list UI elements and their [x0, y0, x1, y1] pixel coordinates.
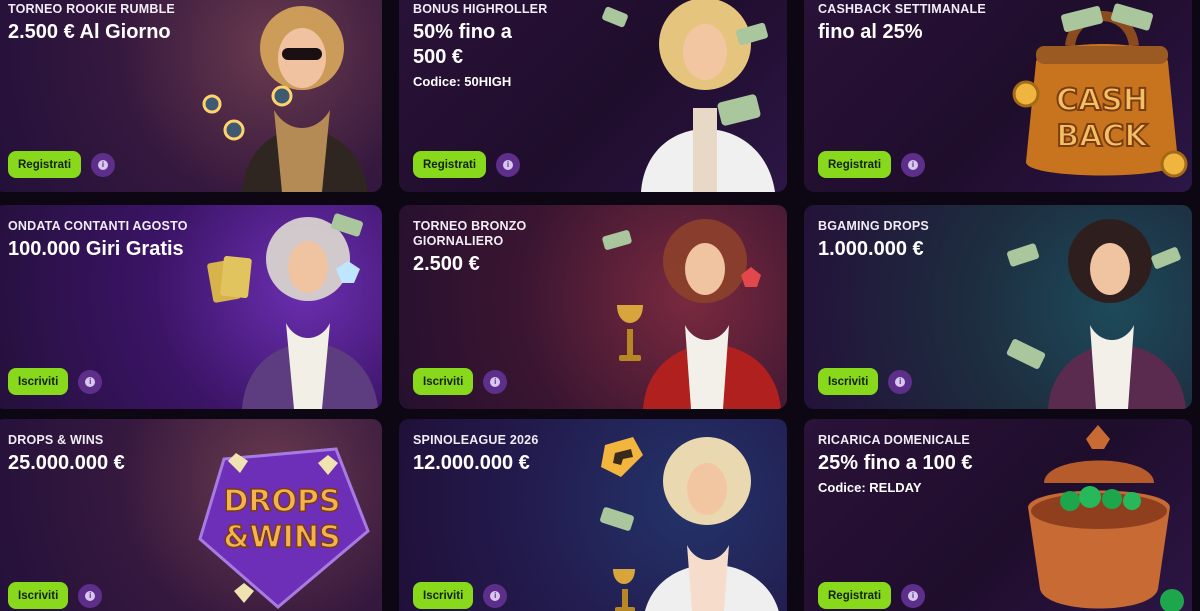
info-button[interactable]: i: [78, 369, 103, 394]
info-button[interactable]: i: [483, 369, 508, 394]
casino-chip-icon: [202, 94, 222, 114]
promo-card-spinoleague-2026[interactable]: SPINOLEAGUE 2026 12.000.000 € Iscriviti …: [399, 419, 787, 611]
promo-actions: Iscriviti i: [413, 368, 508, 395]
cashback-logo-line1: CASH: [1056, 83, 1148, 118]
banknote-icon: [717, 94, 761, 126]
signup-button[interactable]: Iscriviti: [8, 368, 69, 395]
promo-headline: 100.000 Giri Gratis: [8, 238, 184, 260]
info-icon: i: [85, 590, 96, 601]
promotions-grid: TORNEO ROOKIE RUMBLE 2.500 € Al Giorno R…: [0, 0, 1200, 611]
promo-actions: Registrati i: [8, 151, 116, 178]
gem-icon: [234, 583, 254, 603]
info-button[interactable]: i: [78, 583, 103, 608]
promo-card-ondata-contanti-agosto[interactable]: ONDATA CONTANTI AGOSTO 100.000 Giri Grat…: [0, 205, 382, 409]
promo-card-torneo-rookie-rumble[interactable]: TORNEO ROOKIE RUMBLE 2.500 € Al Giorno R…: [0, 0, 382, 192]
banknote-icon: [1151, 247, 1181, 269]
emerald-icon: [1079, 486, 1101, 508]
promo-card-bgaming-drops[interactable]: BGAMING DROPS 1.000.000 € Iscriviti i: [804, 205, 1192, 409]
promo-label: CASHBACK SETTIMANALE: [818, 2, 986, 16]
info-button[interactable]: i: [901, 583, 926, 608]
coin-icon: [1012, 80, 1040, 108]
banknote-icon: [1006, 339, 1046, 369]
info-icon: i: [490, 590, 501, 601]
promo-label: RICARICA DOMENICALE: [818, 433, 970, 447]
promo-card-drops-wins[interactable]: DROPS &WINS DROPS & WINS 25.000.000 € Is…: [0, 419, 382, 611]
promo-headline: 12.000.000 €: [413, 452, 530, 474]
info-icon: i: [908, 159, 919, 170]
banknote-icon: [600, 507, 634, 531]
promo-card-cashback-settimanale[interactable]: CASH BACK CASHBACK SETTIMANALE fino al 2…: [804, 0, 1192, 192]
promo-text: SPINOLEAGUE 2026 12.000.000 €: [413, 433, 623, 476]
info-icon: i: [503, 159, 514, 170]
promo-label: ONDATA CONTANTI AGOSTO: [8, 219, 188, 233]
trophy-icon: [613, 569, 635, 584]
promo-label: SPINOLEAGUE 2026: [413, 433, 539, 447]
signup-button[interactable]: Iscriviti: [8, 582, 69, 609]
promo-text: DROPS & WINS 25.000.000 €: [8, 433, 218, 476]
promo-text: BONUS HIGHROLLER 50% fino a 500 € Codice…: [413, 2, 623, 89]
promo-headline: 1.000.000 €: [818, 238, 924, 260]
promo-card-bonus-highroller[interactable]: BONUS HIGHROLLER 50% fino a 500 € Codice…: [399, 0, 787, 192]
cashback-logo-line2: BACK: [1056, 119, 1149, 154]
register-button[interactable]: Registrati: [818, 151, 892, 178]
trophy-icon: [617, 305, 643, 323]
info-icon: i: [85, 376, 96, 387]
casino-chip-icon: [223, 119, 245, 141]
promo-actions: Registrati i: [818, 151, 926, 178]
promo-text: ONDATA CONTANTI AGOSTO 100.000 Giri Grat…: [8, 219, 218, 262]
promo-code: Codice: RELDAY: [818, 480, 922, 495]
promo-label: BONUS HIGHROLLER: [413, 2, 548, 16]
info-icon: i: [908, 590, 919, 601]
emerald-icon: [1102, 489, 1122, 509]
promo-actions: Iscriviti i: [8, 582, 103, 609]
promo-card-torneo-bronzo-giornaliero[interactable]: TORNEO BRONZO GIORNALIERO 2.500 € Iscriv…: [399, 205, 787, 409]
emerald-icon: [1160, 589, 1184, 611]
promo-label: TORNEO ROOKIE RUMBLE: [8, 2, 175, 16]
promo-headline: 25.000.000 €: [8, 452, 125, 474]
register-button[interactable]: Registrati: [413, 151, 487, 178]
info-button[interactable]: i: [91, 152, 116, 177]
promo-label: TORNEO BRONZO GIORNALIERO: [413, 219, 527, 248]
promo-actions: Registrati i: [818, 582, 926, 609]
promo-text: TORNEO ROOKIE RUMBLE 2.500 € Al Giorno: [8, 2, 218, 45]
coin-icon: [1160, 150, 1188, 178]
signup-button[interactable]: Iscriviti: [413, 582, 474, 609]
signup-button[interactable]: Iscriviti: [413, 368, 474, 395]
info-icon: i: [490, 376, 501, 387]
promo-text: TORNEO BRONZO GIORNALIERO 2.500 €: [413, 219, 623, 277]
info-button[interactable]: i: [901, 152, 926, 177]
info-button[interactable]: i: [496, 152, 521, 177]
signup-button[interactable]: Iscriviti: [818, 368, 879, 395]
promo-headline: 2.500 €: [413, 253, 480, 275]
drops-wins-logo-line2: &WINS: [223, 520, 340, 555]
promo-label: BGAMING DROPS: [818, 219, 929, 233]
register-button[interactable]: Registrati: [818, 582, 892, 609]
info-icon: i: [895, 376, 906, 387]
emerald-icon: [1123, 492, 1141, 510]
casino-chip-icon: [271, 85, 293, 107]
promo-label: DROPS & WINS: [8, 433, 104, 447]
info-icon: i: [98, 159, 109, 170]
promo-headline: 2.500 € Al Giorno: [8, 21, 171, 43]
info-button[interactable]: i: [483, 583, 508, 608]
promo-card-ricarica-domenicale[interactable]: RICARICA DOMENICALE 25% fino a 100 € Cod…: [804, 419, 1192, 611]
promo-headline: 50% fino a 500 €: [413, 21, 512, 68]
promo-actions: Iscriviti i: [413, 582, 508, 609]
drops-wins-logo-line1: DROPS: [223, 484, 340, 519]
promo-headline: 25% fino a 100 €: [818, 452, 973, 474]
promo-text: RICARICA DOMENICALE 25% fino a 100 € Cod…: [818, 433, 1028, 495]
promo-code: Codice: 50HIGH: [413, 74, 512, 89]
emerald-icon: [1060, 491, 1080, 511]
promo-text: BGAMING DROPS 1.000.000 €: [818, 219, 1028, 262]
info-button[interactable]: i: [888, 369, 913, 394]
register-button[interactable]: Registrati: [8, 151, 82, 178]
promo-text: CASHBACK SETTIMANALE fino al 25%: [818, 2, 1028, 45]
promo-actions: Registrati i: [413, 151, 521, 178]
promo-actions: Iscriviti i: [818, 368, 913, 395]
promo-headline: fino al 25%: [818, 21, 923, 43]
promo-actions: Iscriviti i: [8, 368, 103, 395]
golden-card-icon: [220, 255, 252, 299]
